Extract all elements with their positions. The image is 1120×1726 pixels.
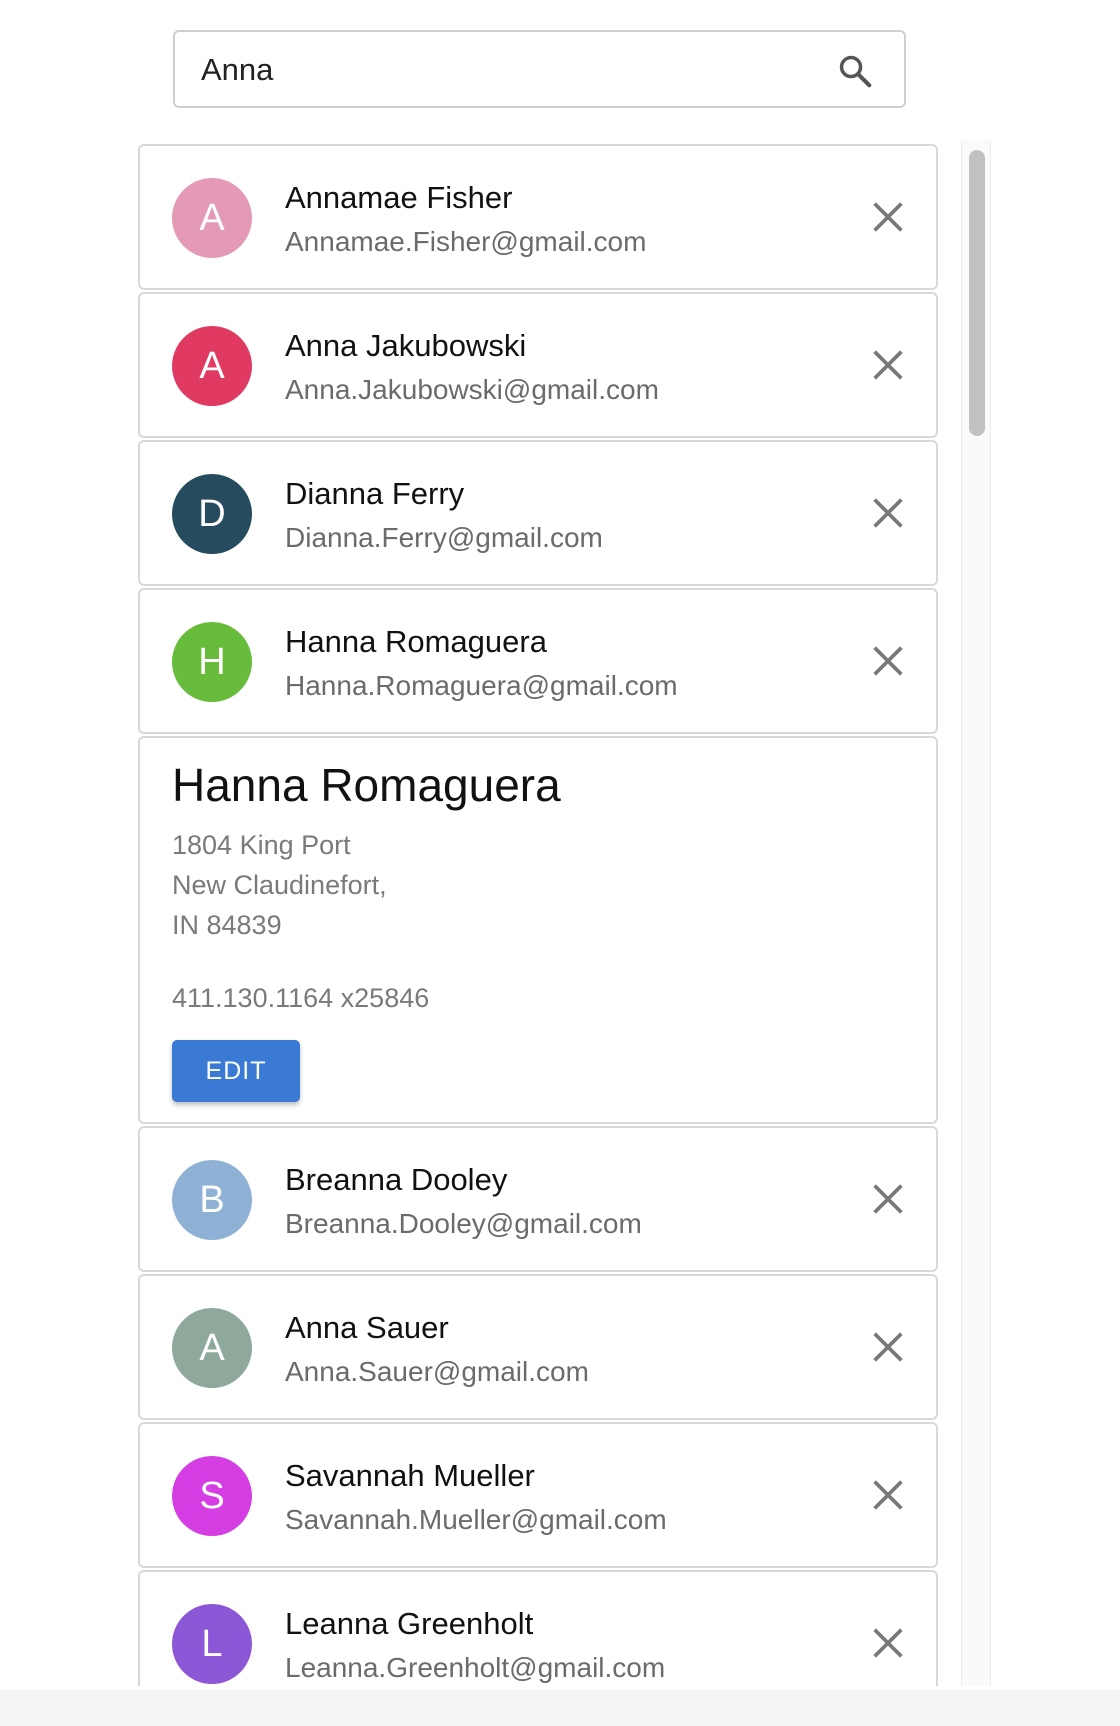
close-icon[interactable]: [868, 1623, 908, 1663]
close-icon[interactable]: [868, 1179, 908, 1219]
detail-name: Hanna Romaguera: [172, 759, 561, 811]
close-icon[interactable]: [868, 197, 908, 237]
contact-name: Leanna Greenholt: [285, 1606, 534, 1641]
contact-email: Leanna.Greenholt@gmail.com: [285, 1652, 666, 1683]
close-icon[interactable]: [868, 493, 908, 533]
scrollbar[interactable]: [961, 140, 991, 1686]
avatar: A: [172, 178, 252, 258]
avatar: A: [172, 326, 252, 406]
contact-name: Savannah Mueller: [285, 1458, 535, 1493]
contact-row[interactable]: B Breanna Dooley Breanna.Dooley@gmail.co…: [138, 1126, 938, 1272]
avatar: B: [172, 1160, 252, 1240]
contact-row[interactable]: S Savannah Mueller Savannah.Mueller@gmai…: [138, 1422, 938, 1568]
avatar: A: [172, 1308, 252, 1388]
search-box: [173, 30, 906, 108]
contacts-page: A Annamae Fisher Annamae.Fisher@gmail.co…: [0, 0, 1120, 1726]
contact-email: Anna.Sauer@gmail.com: [285, 1356, 589, 1387]
search-input[interactable]: [201, 48, 801, 92]
contact-name: Anna Jakubowski: [285, 328, 527, 363]
contact-row[interactable]: A Anna Jakubowski Anna.Jakubowski@gmail.…: [138, 292, 938, 438]
contact-name: Breanna Dooley: [285, 1162, 508, 1197]
avatar: D: [172, 474, 252, 554]
contact-row[interactable]: A Anna Sauer Anna.Sauer@gmail.com: [138, 1274, 938, 1420]
close-icon[interactable]: [868, 641, 908, 681]
detail-address-line1: 1804 King Port: [172, 830, 351, 860]
contact-email: Hanna.Romaguera@gmail.com: [285, 670, 678, 701]
contact-row[interactable]: D Dianna Ferry Dianna.Ferry@gmail.com: [138, 440, 938, 586]
close-icon[interactable]: [868, 1475, 908, 1515]
close-icon[interactable]: [868, 345, 908, 385]
contact-row[interactable]: H Hanna Romaguera Hanna.Romaguera@gmail.…: [138, 588, 938, 734]
contact-row[interactable]: A Annamae Fisher Annamae.Fisher@gmail.co…: [138, 144, 938, 290]
edit-button[interactable]: EDIT: [172, 1040, 300, 1102]
avatar: L: [172, 1604, 252, 1684]
contact-name: Annamae Fisher: [285, 180, 513, 215]
scrollbar-thumb[interactable]: [969, 150, 985, 436]
avatar: S: [172, 1456, 252, 1536]
contact-row[interactable]: L Leanna Greenholt Leanna.Greenholt@gmai…: [138, 1570, 938, 1686]
contact-email: Dianna.Ferry@gmail.com: [285, 522, 603, 553]
search-icon[interactable]: [836, 52, 874, 90]
detail-address-line2: New Claudinefort,: [172, 870, 387, 900]
contact-name: Anna Sauer: [285, 1310, 449, 1345]
bottom-strip: [0, 1690, 1120, 1726]
contact-name: Hanna Romaguera: [285, 624, 547, 659]
avatar: H: [172, 622, 252, 702]
contact-email: Annamae.Fisher@gmail.com: [285, 226, 647, 257]
contact-list: A Annamae Fisher Annamae.Fisher@gmail.co…: [136, 140, 992, 1686]
contact-name: Dianna Ferry: [285, 476, 465, 511]
contact-email: Breanna.Dooley@gmail.com: [285, 1208, 642, 1239]
close-icon[interactable]: [868, 1327, 908, 1367]
detail-phone: 411.130.1164 x25846: [172, 983, 430, 1013]
contact-email: Anna.Jakubowski@gmail.com: [285, 374, 659, 405]
contact-detail-card: Hanna Romaguera 1804 King Port New Claud…: [138, 736, 938, 1124]
contact-email: Savannah.Mueller@gmail.com: [285, 1504, 667, 1535]
detail-address-line3: IN 84839: [172, 910, 282, 940]
